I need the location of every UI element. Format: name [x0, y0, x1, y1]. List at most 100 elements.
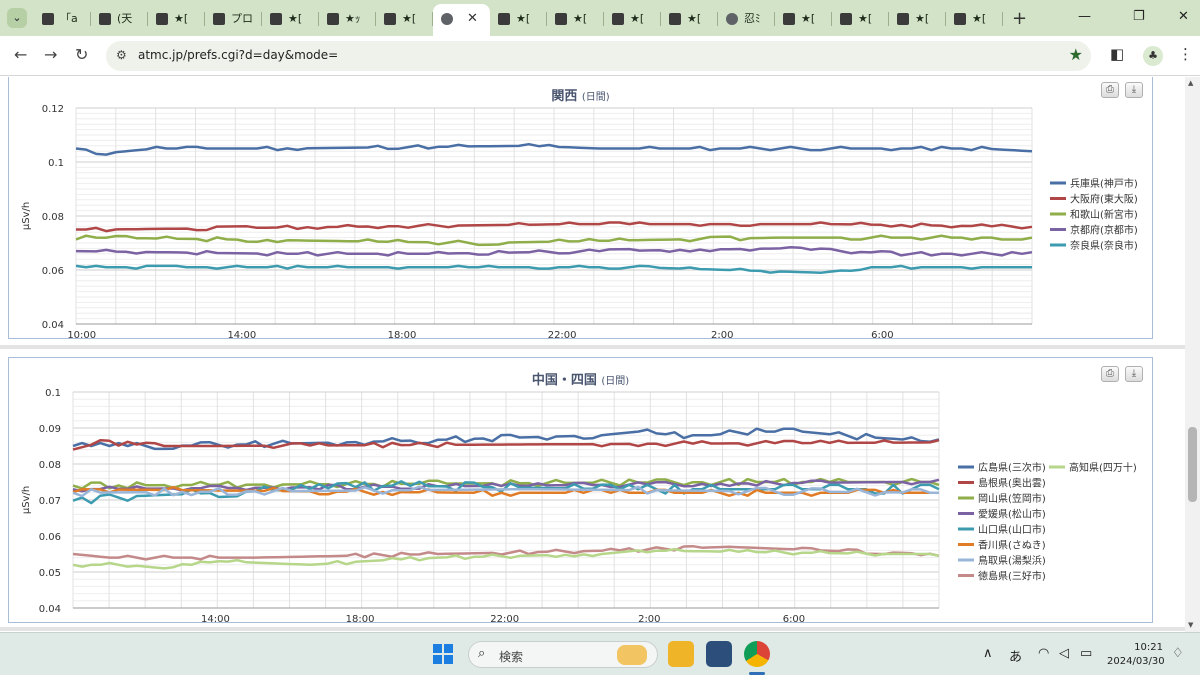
site-favicon-icon [384, 13, 396, 25]
search-highlight-icon [617, 645, 647, 665]
browser-tab[interactable]: ★[ [547, 6, 604, 32]
site-favicon-icon [99, 13, 111, 25]
legend-item: 香川県(さぬき) [978, 540, 1046, 552]
bookmark-star-icon[interactable]: ★ [1069, 45, 1083, 64]
y-tick-label: 0.1 [48, 158, 64, 169]
scroll-down-arrow-icon[interactable]: ▼ [1188, 621, 1193, 629]
battery-icon[interactable]: ▭ [1080, 646, 1092, 661]
browser-tab[interactable]: プロ [205, 6, 262, 32]
legend-item: 島根県(奥出雲) [978, 477, 1046, 490]
x-tick-label: 14:00 [201, 614, 230, 624]
ime-indicator[interactable]: あ [1009, 646, 1022, 665]
legend-item: 和歌山(新宮市) [1070, 208, 1138, 221]
tab-search-button[interactable]: ⌄ [7, 8, 27, 28]
x-tick-label: 18:00 [346, 614, 375, 624]
close-tab-icon[interactable]: ✕ [467, 4, 478, 34]
browser-tab-active[interactable]: ✕ [433, 4, 490, 36]
site-favicon-icon [897, 13, 909, 25]
site-favicon-icon [156, 13, 168, 25]
profile-avatar[interactable]: ♣ [1143, 46, 1163, 66]
site-favicon-icon [42, 13, 54, 25]
y-tick-label: 0.07 [39, 496, 61, 507]
notepad-icon[interactable] [706, 641, 732, 667]
site-favicon-icon [669, 13, 681, 25]
y-tick-label: 0.12 [42, 104, 64, 115]
chrome-icon[interactable] [744, 641, 770, 667]
browser-tab[interactable]: ★[ [946, 6, 1003, 32]
tab-title: ★[ [801, 12, 816, 25]
x-tick-label: 6:00 [783, 614, 805, 624]
tab-title: ★[ [858, 12, 873, 25]
scrollbar-thumb[interactable] [1188, 427, 1197, 502]
site-favicon-icon [498, 13, 510, 25]
close-window-button[interactable]: ✕ [1178, 9, 1189, 24]
volume-icon[interactable]: ◁ [1059, 646, 1069, 661]
notification-bell-icon[interactable]: ♢ [1172, 646, 1184, 661]
y-tick-label: 0.04 [39, 604, 61, 615]
tab-title: 忍ﾐ [744, 12, 761, 25]
browser-tab[interactable]: ★[ [376, 6, 433, 32]
tab-title: ★[ [288, 12, 303, 25]
search-label: 検索 [499, 650, 524, 664]
browser-tab[interactable]: (天 [91, 6, 148, 32]
browser-tab[interactable]: ★[ [604, 6, 661, 32]
browser-tab[interactable]: ★ｯ [319, 6, 376, 32]
site-favicon-icon [612, 13, 624, 25]
panel-separator [0, 627, 1185, 631]
browser-tab[interactable]: ★[ [832, 6, 889, 32]
browser-tab[interactable]: 忍ﾐ [718, 6, 775, 32]
globe-icon [441, 13, 453, 25]
tab-separator [1002, 12, 1003, 26]
panel-separator [0, 345, 1185, 349]
browser-menu-icon[interactable]: ⋮ [1178, 45, 1193, 63]
y-tick-label: 0.05 [39, 568, 61, 579]
reload-button[interactable]: ↻ [75, 45, 88, 64]
windows-start-icon[interactable] [433, 644, 453, 664]
legend-item: 京都府(京都市) [1070, 224, 1138, 237]
new-tab-button[interactable]: + [1012, 8, 1027, 29]
y-tick-label: 0.06 [42, 266, 64, 277]
y-tick-label: 0.09 [39, 424, 61, 435]
browser-tab[interactable]: ★[ [661, 6, 718, 32]
tab-title: 「a [60, 12, 78, 25]
page-scrollbar[interactable]: ▲ ▼ [1185, 77, 1200, 632]
browser-tab[interactable]: ★[ [775, 6, 832, 32]
site-info-icon[interactable]: ⚙ [116, 48, 127, 62]
x-tick-label: 18:00 [388, 330, 417, 340]
browser-tab[interactable]: ★[ [490, 6, 547, 32]
taskbar-search[interactable]: ⌕ 検索 [468, 641, 658, 668]
tab-strip: ⌄ 「a (天 ★[プロ ★[★ｯ ★[✕ ★[★[★[★[忍ﾐ ★[★[★[★[ + — … [0, 0, 1200, 36]
file-explorer-icon[interactable] [668, 641, 694, 667]
y-tick-label: 0.06 [39, 532, 61, 543]
tray-overflow-icon[interactable]: ∧ [983, 646, 993, 661]
y-axis-label: μSv/h [21, 202, 32, 230]
x-tick-label: 6:00 [871, 330, 893, 340]
browser-tab[interactable]: 「a [34, 6, 91, 32]
site-favicon-icon [954, 13, 966, 25]
minimize-button[interactable]: — [1078, 9, 1091, 24]
browser-tab[interactable]: ★[ [262, 6, 319, 32]
wifi-icon[interactable]: ◠ [1038, 646, 1049, 661]
legend-item: 岡山県(笠岡市) [978, 492, 1046, 505]
forward-button[interactable]: → [44, 45, 57, 64]
page-content: 関西 (日間) ⎙ ⤓ 0.04 0.06 0.08 0.1 0.12 μSv/h 10:0… [0, 77, 1185, 632]
legend-item: 広島県(三次市) [978, 461, 1046, 474]
tab-title: プロ [231, 12, 253, 25]
x-tick-label: 22:00 [548, 330, 577, 340]
clock-time: 10:21 [1134, 642, 1163, 653]
side-panel-icon[interactable]: ◧ [1110, 45, 1124, 63]
system-clock[interactable]: 10:21 2024/03/30 [1107, 641, 1165, 669]
search-icon: ⌕ [478, 646, 486, 661]
globe-icon [726, 13, 738, 25]
url-text: atmc.jp/prefs.cgi?d=day&mode= [138, 48, 339, 62]
browser-tab[interactable]: ★[ [148, 6, 205, 32]
tab-title: ★ｯ [345, 12, 361, 25]
maximize-button[interactable]: ❐ [1133, 9, 1145, 24]
tab-title: ★[ [972, 12, 987, 25]
address-bar[interactable]: ⚙ atmc.jp/prefs.cgi?d=day&mode= ★ [106, 41, 1091, 71]
site-favicon-icon [213, 13, 225, 25]
back-button[interactable]: ← [14, 45, 27, 64]
legend-item: 大阪府(東大阪) [1070, 193, 1138, 206]
scroll-up-arrow-icon[interactable]: ▲ [1188, 79, 1193, 87]
browser-tab[interactable]: ★[ [889, 6, 946, 32]
